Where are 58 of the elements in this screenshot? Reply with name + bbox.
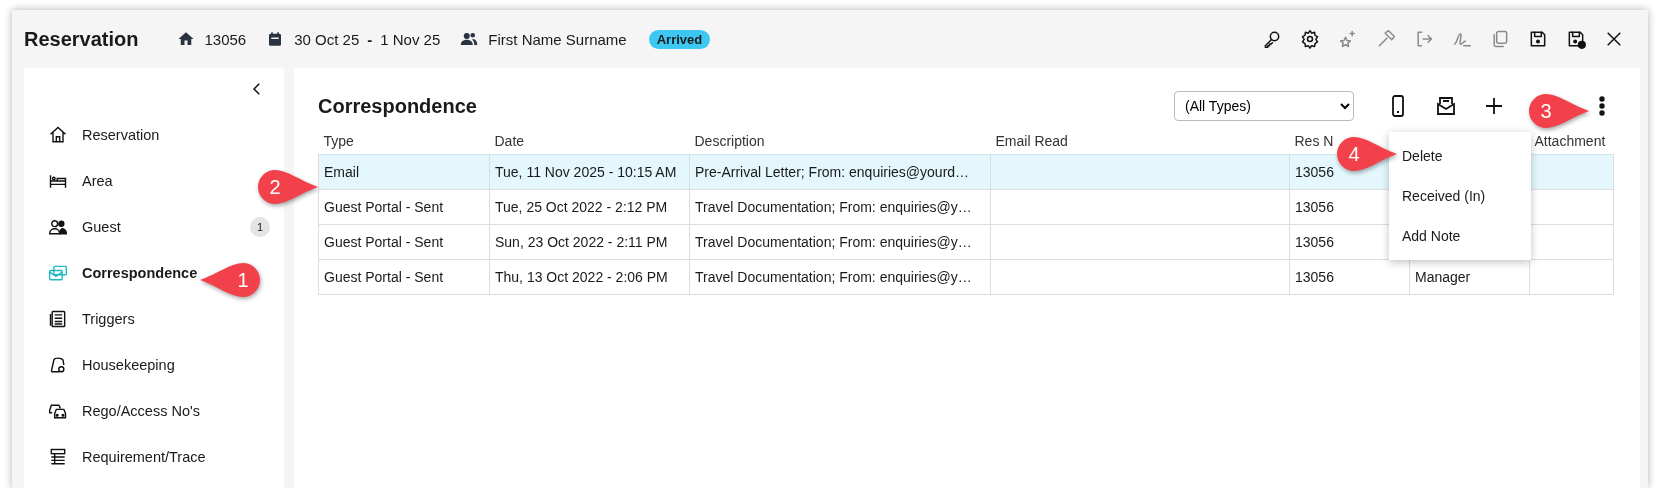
table-cell: Email	[324, 164, 359, 180]
table-cell: 13056	[1295, 199, 1334, 215]
sidebar-item[interactable]: Housekeeping	[82, 357, 175, 373]
table-cell: Travel Documentation; From: enquiries@y…	[695, 199, 972, 215]
save-close-icon[interactable]	[1566, 29, 1586, 49]
reservation-number: 13056	[204, 30, 247, 48]
column-header: Res N	[1294, 133, 1334, 149]
guest-name: First Name Surname	[488, 30, 627, 48]
arrival-date: 30 Oct 25	[294, 30, 360, 48]
sidebar-item[interactable]: Guest	[82, 219, 121, 235]
window-title: Reservation	[24, 27, 139, 51]
table-cell: Pre-Arrival Letter; From: enquiries@yourd…	[695, 164, 970, 180]
table-cell: Travel Documentation; From: enquiries@y…	[695, 269, 972, 285]
table-cell: Guest Portal - Sent	[324, 234, 444, 250]
sidebar-item[interactable]: Correspondence	[82, 265, 198, 281]
column-header: Date	[494, 133, 525, 149]
sidebar-item[interactable]: Requirement/Trace	[82, 449, 206, 465]
checklist-icon	[48, 447, 68, 467]
step-callout: 2	[257, 169, 319, 205]
sidebar-item[interactable]: Rego/Access No's	[82, 403, 200, 419]
table-cell: Manager	[1415, 269, 1471, 285]
home-icon	[48, 125, 68, 145]
table-cell: 13056	[1295, 164, 1334, 180]
step-callout: 1	[199, 262, 261, 298]
people-icon	[460, 30, 479, 48]
table-cell: Sun, 23 Oct 2022 - 2:11 PM	[495, 234, 668, 250]
save-icon[interactable]	[1528, 29, 1548, 49]
departure-date: 1 Nov 25	[380, 30, 441, 48]
column-header: Type	[323, 133, 354, 149]
step-callout: 4	[1336, 136, 1398, 172]
sidebar-item[interactable]: Area	[82, 173, 113, 189]
table-cell: 13056	[1295, 234, 1334, 250]
list-icon	[48, 309, 68, 329]
date-separator: -	[367, 30, 373, 48]
table-cell: 13056	[1295, 269, 1334, 285]
sidebar-item[interactable]: Triggers	[82, 311, 135, 327]
cars-icon	[48, 401, 68, 421]
envelopes-icon	[48, 263, 68, 283]
sidebar-item[interactable]: Reservation	[82, 127, 160, 143]
home-icon	[176, 30, 195, 48]
status-badge: Arrived	[648, 29, 711, 49]
people-icon	[48, 217, 68, 237]
count-badge: 1	[250, 217, 270, 237]
settings-icon[interactable]	[1300, 29, 1320, 49]
column-header: Attachment	[1534, 133, 1606, 149]
table-cell: Guest Portal - Sent	[324, 199, 444, 215]
table-cell: Travel Documentation; From: enquiries@y…	[695, 234, 972, 250]
table-cell: Guest Portal - Sent	[324, 269, 444, 285]
panel-title: Correspondence	[318, 94, 477, 118]
column-header: Description	[694, 133, 765, 149]
key-icon[interactable]	[1262, 29, 1282, 49]
envelope-icon[interactable]	[1434, 94, 1458, 118]
table-cell: Tue, 11 Nov 2025 - 10:15 AM	[495, 164, 677, 180]
step-callout: 3	[1528, 93, 1590, 129]
column-header: Email Read	[995, 133, 1068, 149]
type-filter-dropdown[interactable]: (All Types)	[1174, 91, 1354, 121]
table-cell: Tue, 25 Oct 2022 - 2:12 PM	[495, 199, 668, 215]
table-cell: Thu, 13 Oct 2022 - 2:06 PM	[495, 269, 668, 285]
